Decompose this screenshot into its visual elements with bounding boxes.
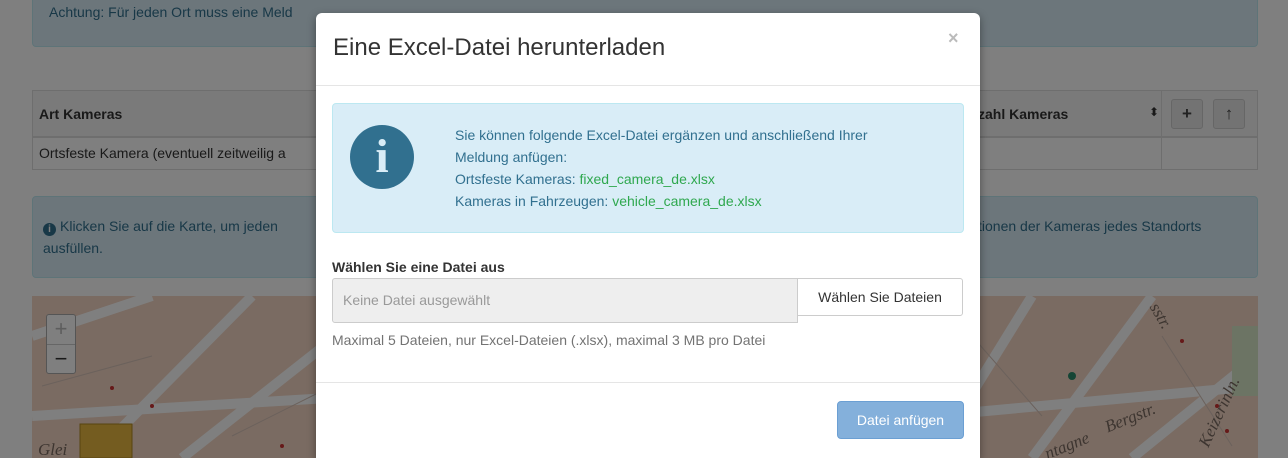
attach-file-button[interactable]: Datei anfügen	[837, 401, 964, 439]
vehicle-camera-file-link[interactable]: vehicle_camera_de.xlsx	[612, 193, 761, 209]
dialog-header: Eine Excel-Datei herunterladen ×	[316, 13, 980, 86]
dialog-footer-divider	[316, 382, 980, 383]
download-info-text: Sie können folgende Excel-Datei ergänzen…	[455, 124, 955, 212]
file-help-text: Maximal 5 Dateien, nur Excel-Dateien (.x…	[332, 332, 766, 348]
info-line-2: Meldung anfügen:	[455, 149, 568, 165]
fixed-camera-file-link[interactable]: fixed_camera_de.xlsx	[579, 171, 714, 187]
excel-download-dialog: Eine Excel-Datei herunterladen × i Sie k…	[316, 13, 980, 458]
download-info-alert: i Sie können folgende Excel-Datei ergänz…	[332, 103, 964, 233]
file-select-label: Wählen Sie eine Datei aus	[332, 259, 505, 275]
vehicle-camera-label: Kameras in Fahrzeugen:	[455, 193, 613, 209]
info-line-1: Sie können folgende Excel-Datei ergänzen…	[455, 127, 868, 143]
choose-files-button[interactable]: Wählen Sie Dateien	[797, 278, 963, 316]
file-name-field[interactable]: Keine Datei ausgewählt	[332, 278, 798, 323]
fixed-camera-label: Ortsfeste Kameras:	[455, 171, 580, 187]
close-icon[interactable]: ×	[948, 28, 959, 49]
info-icon: i	[350, 125, 414, 189]
dialog-title: Eine Excel-Datei herunterladen	[333, 34, 666, 61]
